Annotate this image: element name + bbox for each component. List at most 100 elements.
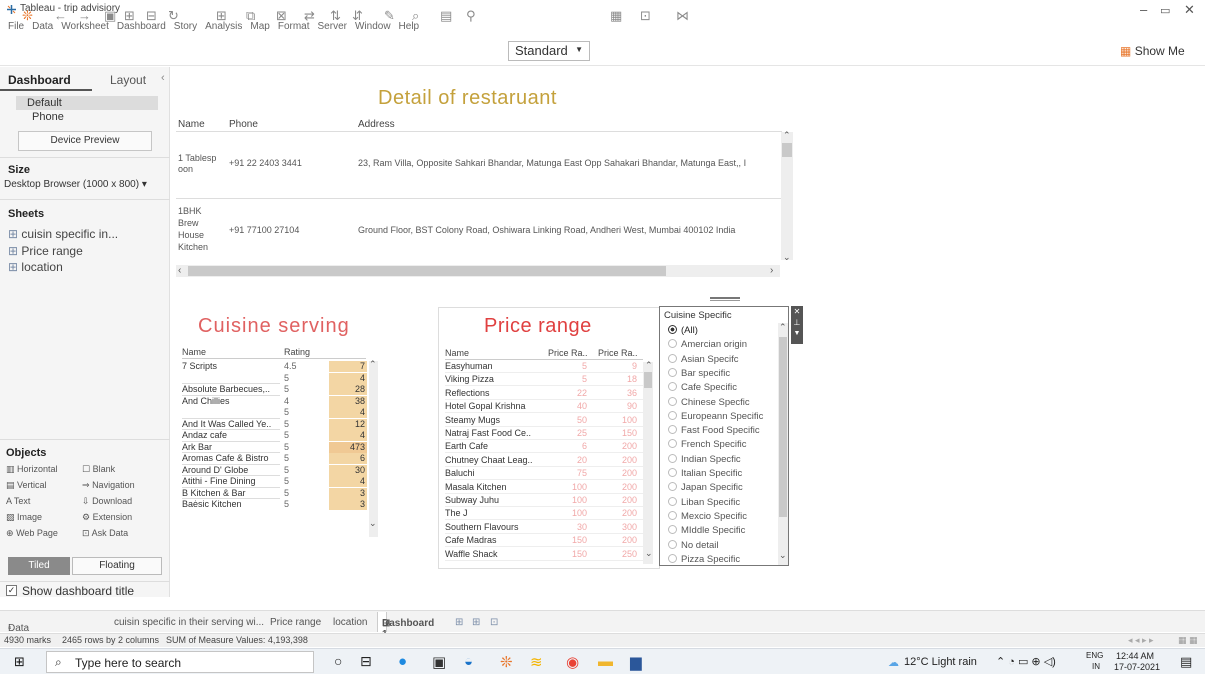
filter-option[interactable]: Pizza Specific [668, 553, 740, 565]
object-horizontal[interactable]: ▥ Horizontal [6, 464, 58, 475]
table-row[interactable]: Ark Bar 5 473 [182, 440, 382, 453]
tableau-home-icon[interactable]: ❊ [22, 8, 33, 24]
new-datasource-icon[interactable]: ⊞ [124, 8, 135, 24]
scroll-up-icon[interactable]: ⌃ [779, 322, 787, 333]
minimize-button[interactable]: – [1140, 2, 1147, 17]
windows-start-icon[interactable]: ⊞ [14, 654, 25, 670]
filter-option[interactable]: Bar specific [668, 367, 730, 379]
table-row[interactable]: Waffle Shack 150 250 [445, 549, 643, 561]
scroll-up-icon[interactable]: ⌃ [645, 360, 653, 371]
word-icon[interactable]: ▆ [630, 653, 642, 671]
table-row[interactable]: Hotel Gopal Krishna 40 90 [445, 401, 643, 414]
sheet-item[interactable]: ⊞ Price range [8, 244, 83, 258]
table-row[interactable]: Earth Cafe 6 200 [445, 441, 643, 454]
table-row[interactable]: Natraj Fast Food Ce.. 25 150 [445, 428, 643, 440]
pause-updates-icon[interactable]: ⊟ [146, 8, 157, 24]
drag-handle[interactable] [710, 297, 740, 301]
table-row[interactable]: And Chillies 4 38 [182, 394, 382, 407]
object-ask-data[interactable]: ⊡ Ask Data [82, 528, 128, 539]
filter-option[interactable]: Asian Specifc [668, 353, 739, 365]
show-cards-icon[interactable]: ▦ [610, 8, 622, 24]
scroll-up-icon[interactable]: ⌃ [783, 130, 791, 141]
table-row[interactable]: Baluchi 75 200 [445, 468, 643, 481]
clock-time[interactable]: 12:44 AM [1116, 651, 1154, 661]
presentation-icon[interactable]: ⊡ [640, 8, 651, 24]
table-row[interactable]: Cafe Madras 150 200 [445, 535, 643, 548]
scroll-down-icon[interactable]: ⌄ [645, 548, 653, 559]
show-me-button[interactable]: ▦ Show Me [1120, 44, 1185, 58]
tab-cuisin[interactable]: cuisin specific in their serving wi... [114, 617, 264, 628]
table-row[interactable]: Southern Flavours 30 300 [445, 522, 643, 534]
swap-icon[interactable]: ⇄ [304, 8, 315, 24]
sheet-item[interactable]: ⊞ location [8, 260, 63, 274]
filter-option[interactable]: Indian Specfic [668, 453, 741, 465]
table-row[interactable]: Easyhuman 5 9 [445, 361, 643, 373]
mail-icon[interactable]: ◒ [464, 653, 473, 670]
menu-data[interactable]: Data [32, 21, 53, 32]
table-row[interactable]: Andaz cafe 5 4 [182, 429, 382, 441]
new-dashboard-icon[interactable]: ⊞ [472, 617, 480, 628]
filter-option[interactable]: Fast Food Specific [668, 425, 760, 436]
scroll-thumb[interactable] [188, 266, 666, 276]
chrome-icon[interactable]: ◉ [566, 653, 579, 671]
store-icon[interactable]: ▣ [432, 653, 446, 671]
new-worksheet-icon[interactable]: ⊞ [216, 8, 227, 24]
scroll-thumb[interactable] [782, 143, 792, 157]
cortana-icon[interactable]: ○ [334, 653, 342, 669]
scroll-thumb[interactable] [779, 337, 787, 517]
floating-toggle[interactable]: Floating [72, 557, 162, 575]
scroll-thumb[interactable] [644, 372, 652, 388]
lang-indicator[interactable]: ENG [1086, 651, 1103, 660]
highlight-icon[interactable]: ✎ [384, 8, 395, 24]
filter-option[interactable]: Japan Specific [668, 482, 743, 493]
tab-location[interactable]: location [333, 617, 367, 628]
table-row[interactable]: 7 Scripts 4.5 7 [182, 361, 382, 372]
tableau-taskbar-icon[interactable]: ❊ [500, 653, 513, 671]
close-button[interactable]: ✕ [1184, 2, 1195, 18]
filter-option[interactable]: MIddle Specific [668, 525, 745, 536]
object-vertical[interactable]: ▤ Vertical [6, 480, 47, 491]
object-download[interactable]: ⇩ Download [82, 496, 132, 507]
clear-sheet-icon[interactable]: ⊠ [276, 8, 287, 24]
table-row[interactable]: And It Was Called Ye.. 5 12 [182, 417, 382, 430]
table-row[interactable]: 54 [182, 372, 382, 384]
sheet-item[interactable]: ⊞ cuisin specific in... [8, 227, 118, 241]
new-story-icon[interactable]: ⊡ [490, 617, 498, 628]
taskbar-search[interactable]: ⌕ Type here to search [46, 651, 314, 673]
table-row[interactable]: 54 [182, 407, 382, 418]
table-row[interactable]: Steamy Mugs 50 100 [445, 415, 643, 427]
filter-option[interactable]: Amercian origin [668, 339, 747, 350]
scroll-left-icon[interactable]: ‹ [178, 265, 181, 276]
filter-option[interactable]: Italian Specific [668, 468, 742, 479]
table-row[interactable]: Absolute Barbecues,.. 5 28 [182, 383, 382, 395]
sort-asc-icon[interactable]: ⇅ [330, 8, 341, 24]
filter-option[interactable]: Chinese Specfic [668, 396, 750, 408]
task-view-icon[interactable]: ⊟ [360, 653, 372, 670]
table-row[interactable]: B Kitchen & Bar 5 3 [182, 486, 382, 499]
page-nav-icon[interactable]: ◂ ◂ ▸ ▸ [1128, 635, 1154, 646]
refresh-icon[interactable]: ↻ [168, 8, 179, 24]
close-icon[interactable]: ✕ [791, 306, 803, 317]
cuisine-scrollbar[interactable] [369, 361, 378, 537]
share-icon[interactable]: ⋈ [676, 8, 689, 24]
filter-option[interactable]: Europeann Specific [668, 410, 763, 422]
scroll-down-icon[interactable]: ⌄ [783, 252, 791, 263]
filter-option[interactable]: French Specific [668, 439, 746, 450]
size-select[interactable]: Desktop Browser (1000 x 800) ▾ [4, 179, 147, 190]
table-row[interactable]: Baėsic Kitchen 5 3 [182, 498, 382, 510]
duplicate-sheet-icon[interactable]: ⧉ [246, 8, 255, 24]
view-toggle-icon[interactable]: ▦ ▦ [1178, 635, 1198, 646]
tray-icons[interactable]: ⌃ ◔ ▭ ⊕ ◁) [996, 655, 1056, 668]
group-icon[interactable]: ⌕ [412, 8, 419, 24]
pin-icon[interactable]: ⚲ [466, 8, 476, 24]
tiled-toggle[interactable]: Tiled [8, 557, 70, 575]
table-row[interactable]: Reflections 22 36 [445, 388, 643, 400]
scroll-up-icon[interactable]: ⌃ [369, 359, 377, 370]
table-row[interactable]: The J 100 200 [445, 508, 643, 521]
table-row[interactable]: Atithi - Fine Dining 5 4 [182, 475, 382, 487]
filter-option[interactable]: Liban Specific [668, 496, 740, 508]
device-preview-button[interactable]: Device Preview [18, 131, 152, 151]
tab-dashboard-1[interactable]: ⊞ Dashboard 1 [377, 612, 434, 640]
file-explorer-icon[interactable]: ▬ [598, 653, 613, 670]
filter-option[interactable]: Cafe Specific [668, 382, 737, 393]
